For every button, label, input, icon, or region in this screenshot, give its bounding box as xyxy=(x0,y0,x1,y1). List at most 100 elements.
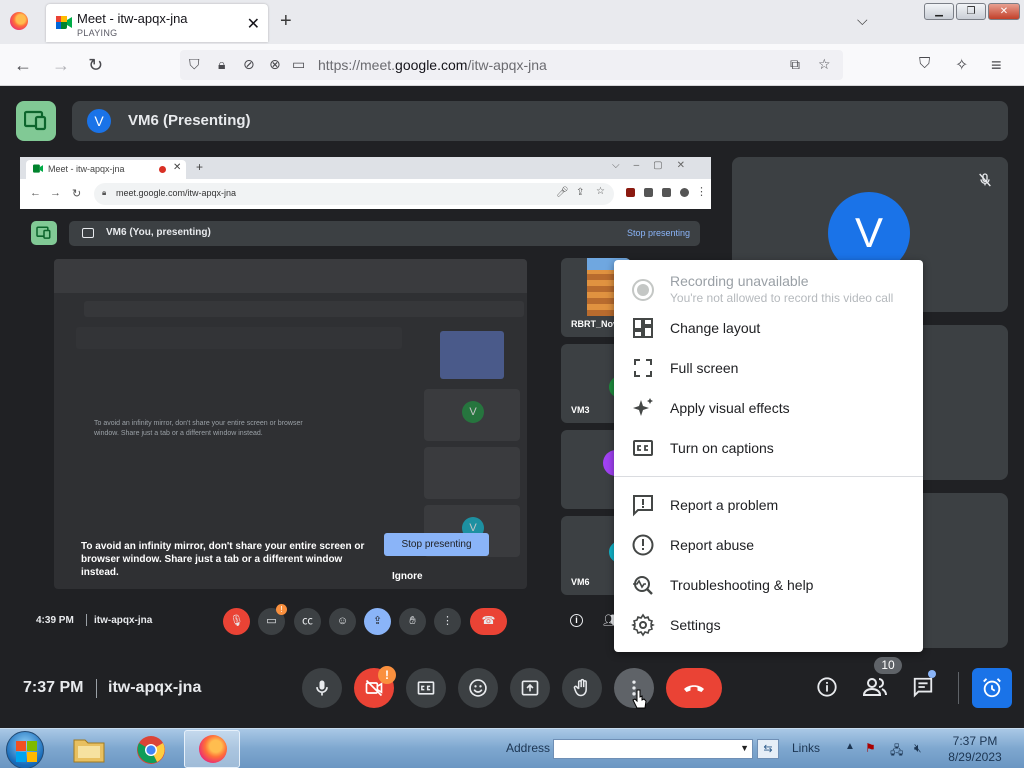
leave-call-button[interactable] xyxy=(666,668,722,708)
back-arrow-icon[interactable]: ← xyxy=(14,55,32,76)
chevron-down-icon[interactable]: ⌵ xyxy=(857,12,868,29)
captions-button[interactable] xyxy=(406,668,446,708)
shared-tile-name: VM3 xyxy=(571,405,590,415)
shared-screen-video[interactable]: Meet - itw-apqx-jna ✕ + ⌵–▢✕ ← → ↻ 🔒︎ me… xyxy=(20,157,711,652)
address-toolbar-input[interactable]: ▼ xyxy=(553,739,753,759)
taskbar-firefox[interactable] xyxy=(184,730,240,768)
meeting-clock: 7:37 PM xyxy=(23,679,84,696)
presenting-indicator xyxy=(31,221,57,245)
close-tab-icon[interactable]: ✕ xyxy=(247,14,260,34)
recording-dot-icon xyxy=(159,166,166,173)
meeting-code: itw-apqx-jna xyxy=(108,679,202,696)
nested-presenter-bar xyxy=(84,301,524,317)
gear-icon xyxy=(631,613,655,637)
dropdown-arrow-icon[interactable]: ▼ xyxy=(740,743,749,753)
taskbar-clock-time[interactable]: 7:37 PM xyxy=(945,734,1005,748)
present-icon xyxy=(521,680,539,696)
tray-expand-icon[interactable]: ▲ xyxy=(845,741,855,752)
shared-url-text: meet.google.com/itw-apqx-jna xyxy=(116,188,237,198)
start-button[interactable] xyxy=(6,731,44,768)
share-icon: ⇪ xyxy=(576,187,585,198)
message-icon[interactable]: ▭ xyxy=(292,56,305,73)
extensions-icon[interactable]: ✧ xyxy=(955,55,968,75)
menu-hamburger-icon[interactable]: ≡ xyxy=(991,55,1002,76)
taskbar-chrome[interactable] xyxy=(123,730,179,768)
menu-item-label: Change layout xyxy=(670,320,761,336)
address-go-button[interactable]: ⇆ xyxy=(757,739,779,759)
menu-item-recording: Recording unavailable You're not allowed… xyxy=(614,268,923,310)
url-text: https://meet.google.com/itw-apqx-jna xyxy=(318,57,547,73)
taskbar-clock-date[interactable]: 8/29/2023 xyxy=(945,750,1005,764)
network-icon[interactable]: 🖧︎ xyxy=(890,741,903,762)
browser-tab-meet[interactable]: Meet - itw-apqx-jna PLAYING ✕ xyxy=(46,4,268,42)
volume-muted-icon[interactable]: 🔇︎ xyxy=(914,741,922,756)
divider xyxy=(958,672,959,704)
camera-button[interactable]: ! xyxy=(354,666,396,708)
shared-clock: 4:39 PM xyxy=(36,615,74,626)
reload-icon[interactable]: ↻ xyxy=(88,55,103,76)
tab-title: Meet - itw-apqx-jna xyxy=(77,11,188,26)
menu-item-captions[interactable]: Turn on captions xyxy=(614,428,923,468)
mic-icon: 🎤︎ xyxy=(556,187,569,198)
presenter-bar[interactable]: V VM6 (Presenting) xyxy=(72,101,1008,141)
url-bar[interactable]: ⛉ 🔒︎ ⊘ ⊗ ▭ https://meet.google.com/itw-a… xyxy=(180,50,843,80)
menu-item-full-screen[interactable]: Full screen xyxy=(614,348,923,388)
shared-address-bar: ← → ↻ 🔒︎ meet.google.com/itw-apqx-jna 🎤︎… xyxy=(20,179,711,209)
record-icon xyxy=(632,279,654,301)
emoji-icon: ☺ xyxy=(329,608,356,635)
more-options-icon: ⋮ xyxy=(434,608,461,635)
shared-tab-title: Meet - itw-apqx-jna xyxy=(48,164,125,174)
extension-icon xyxy=(626,188,635,197)
tab-playing-status: PLAYING xyxy=(77,28,118,38)
meeting-details-button[interactable] xyxy=(816,676,838,698)
menu-item-report-problem[interactable]: Report a problem xyxy=(614,485,923,525)
menu-item-change-layout[interactable]: Change layout xyxy=(614,308,923,348)
lock-icon[interactable]: 🔒︎ xyxy=(218,56,225,73)
action-center-icon[interactable]: ⚑ xyxy=(865,741,876,755)
shield-icon[interactable]: ⛉ xyxy=(189,56,200,73)
camera-warning-badge[interactable]: ! xyxy=(378,666,396,684)
windows-taskbar: Address ▼ ⇆ Links ▲ ⚑ 🖧︎ 🔇︎ 7:37 PM 8/29… xyxy=(0,728,1024,768)
raise-hand-button[interactable] xyxy=(562,668,602,708)
host-controls-button[interactable] xyxy=(972,668,1012,708)
alert-icon xyxy=(632,534,654,556)
sidepanel-icon xyxy=(662,188,671,197)
menu-item-label: Report abuse xyxy=(670,537,755,553)
present-now-button[interactable] xyxy=(510,668,550,708)
shared-ignore-button: Ignore xyxy=(392,571,423,582)
chat-button[interactable] xyxy=(912,676,934,698)
chrome-icon xyxy=(137,736,165,764)
firefox-icon[interactable] xyxy=(10,12,28,30)
menu-item-label: Report a problem xyxy=(670,497,779,513)
people-button[interactable] xyxy=(863,676,887,698)
shared-tile-name: VM6 xyxy=(571,577,590,587)
mic-icon xyxy=(316,680,328,696)
mic-blocked-icon[interactable]: ⊗ xyxy=(269,56,281,73)
reload-icon: ↻ xyxy=(72,188,82,200)
permissions-icon[interactable]: ⊘ xyxy=(243,56,255,73)
new-tab-icon[interactable]: + xyxy=(280,10,292,33)
minimize-button[interactable]: ▁ xyxy=(924,3,954,20)
restore-button[interactable]: ❐ xyxy=(956,3,986,20)
forward-arrow-icon[interactable]: → xyxy=(52,55,70,76)
close-window-button[interactable]: ✕ xyxy=(988,3,1020,20)
pocket-icon[interactable]: ⛉ xyxy=(919,55,930,72)
links-toolbar-label[interactable]: Links xyxy=(792,741,820,755)
star-icon: ☆ xyxy=(596,186,605,197)
menu-item-report-abuse[interactable]: Report abuse xyxy=(614,525,923,565)
shared-browser-tabbar: Meet - itw-apqx-jna ✕ + ⌵–▢✕ xyxy=(20,157,711,179)
browser-nav-bar: ← → ↻ ⛉ 🔒︎ ⊘ ⊗ ▭ https://meet.google.com… xyxy=(0,44,1024,86)
emoji-reactions-button[interactable] xyxy=(458,668,498,708)
menu-item-visual-effects[interactable]: Apply visual effects xyxy=(614,388,923,428)
profile-icon xyxy=(680,188,689,197)
menu-item-settings[interactable]: Settings xyxy=(614,605,923,645)
taskbar-file-explorer[interactable] xyxy=(61,730,117,768)
shared-url-field: 🔒︎ meet.google.com/itw-apqx-jna 🎤︎ ⇪ ☆ xyxy=(94,183,614,205)
presentation-indicator[interactable] xyxy=(16,101,56,141)
layout-icon xyxy=(633,318,653,338)
back-arrow-icon: ← xyxy=(30,187,41,199)
menu-item-troubleshooting[interactable]: Troubleshooting & help xyxy=(614,565,923,605)
bookmark-star-icon[interactable]: ☆ xyxy=(818,56,831,73)
microphone-button[interactable] xyxy=(302,668,342,708)
picture-in-picture-icon[interactable]: ⧉ xyxy=(790,56,800,73)
